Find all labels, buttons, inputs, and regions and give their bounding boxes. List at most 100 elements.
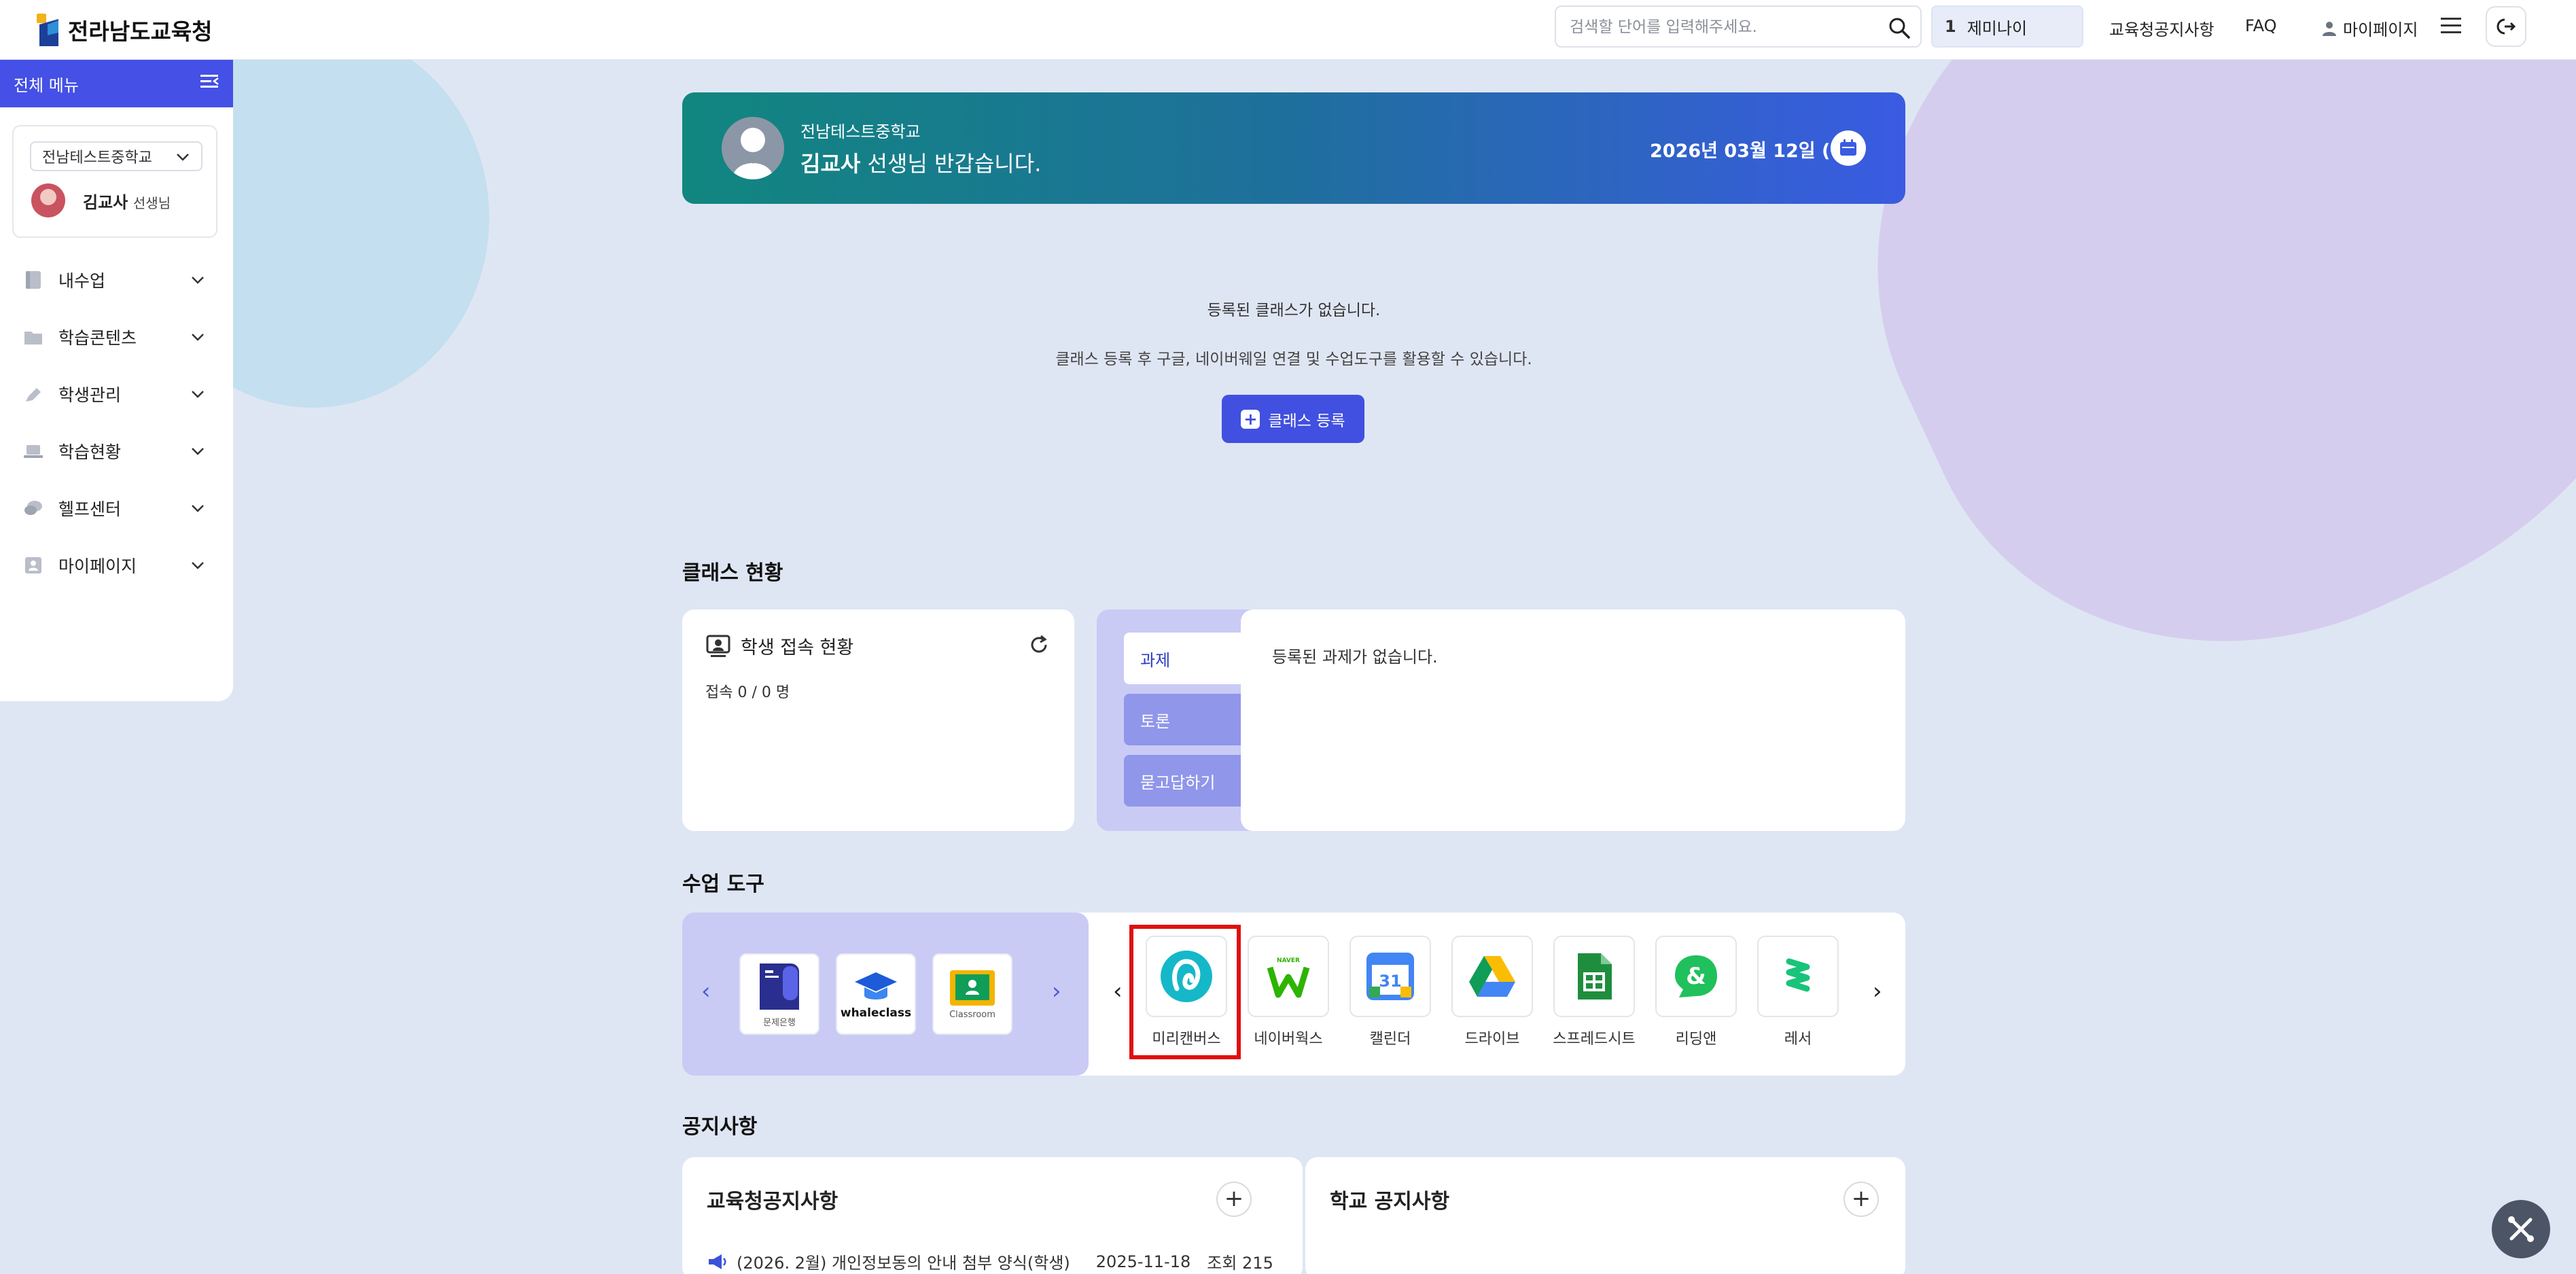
tool-question-bank[interactable]: 문제은행 <box>739 953 819 1035</box>
notice-row[interactable]: (2026. 2월) 개인정보동의 안내 첨부 양식(학생) 2025-11-1… <box>707 1250 1273 1273</box>
school-select-value: 전남테스트중학교 <box>42 149 152 166</box>
lesser-icon <box>1786 958 1810 992</box>
chevron-down-icon <box>190 500 206 520</box>
book-icon <box>23 270 43 290</box>
chevron-right-icon[interactable]: › <box>1873 978 1882 1005</box>
tool-naver-works[interactable]: NAVER 네이버웍스 <box>1248 936 1329 1048</box>
search-input[interactable] <box>1570 15 1869 39</box>
logout-button[interactable] <box>2486 6 2526 47</box>
sidebar-item-student-management[interactable]: 학생관리 <box>0 366 233 423</box>
sidebar-item-mypage[interactable]: 마이페이지 <box>0 537 233 594</box>
naver-works-tile: NAVER <box>1248 936 1329 1017</box>
office-notice-title: 교육청공지사항 <box>707 1190 839 1214</box>
sidebar-item-label: 마이페이지 <box>58 556 137 576</box>
spreadsheet-tile <box>1553 936 1635 1017</box>
wrench-icon <box>2508 1216 2534 1242</box>
tool-calendar[interactable]: 31 캘린더 <box>1349 936 1431 1048</box>
school-notice-title: 학교 공지사항 <box>1330 1190 1450 1214</box>
sidebar-header: 전체 메뉴 <box>0 60 233 107</box>
chevron-down-icon <box>190 329 206 349</box>
whaleclass-label: whaleclass <box>840 1006 912 1020</box>
tool-whaleclass[interactable]: whaleclass <box>836 953 916 1035</box>
drive-tile <box>1451 936 1533 1017</box>
sidebar-title: 전체 메뉴 <box>14 75 79 95</box>
chevron-left-icon[interactable]: ‹ <box>1113 978 1123 1005</box>
google-sheets-icon <box>1578 953 1612 999</box>
avatar <box>31 183 65 217</box>
naver-works-label: 네이버웍스 <box>1254 1031 1323 1048</box>
question-bank-icon <box>760 963 799 1010</box>
notice-views: 조회 215 <box>1207 1254 1273 1273</box>
logo-text: 전라남도교육청 <box>68 18 213 45</box>
chevron-down-icon <box>175 149 190 169</box>
refresh-icon[interactable] <box>1028 634 1050 658</box>
top-bar: 전라남도교육청 1 제미나이 교육청공지사항 FAQ 마이페이지 <box>0 0 2576 60</box>
naver-works-icon: NAVER <box>1267 957 1310 998</box>
site-logo[interactable]: 전라남도교육청 <box>34 12 213 48</box>
sidebar-item-label: 헬프센터 <box>58 499 122 519</box>
sidebar-item-help-center[interactable]: 헬프센터 <box>0 480 233 537</box>
sidebar-item-my-class[interactable]: 내수업 <box>0 251 233 308</box>
class-status-title: 클래스 현황 <box>682 561 783 585</box>
search-icon[interactable] <box>1888 16 1911 39</box>
chevron-right-icon[interactable]: › <box>1052 978 1061 1005</box>
chevron-down-icon <box>190 557 206 578</box>
svg-text:NAVER: NAVER <box>1277 957 1300 964</box>
greeting-message: 김교사 선생님 반갑습니다. <box>800 147 1041 178</box>
tab-discussion[interactable]: 토론 <box>1124 694 1253 745</box>
student-access-card: 학생 접속 현황 접속 0 / 0 명 <box>682 609 1074 831</box>
tools-fab-button[interactable] <box>2492 1200 2550 1258</box>
user-card-icon <box>23 555 43 576</box>
folder-icon <box>23 327 43 347</box>
tool-lesser[interactable]: 레서 <box>1757 936 1839 1048</box>
register-class-button[interactable]: + 클래스 등록 <box>1222 395 1364 443</box>
sidebar-item-learning-status[interactable]: 학습현황 <box>0 423 233 480</box>
chevron-down-icon <box>190 386 206 406</box>
sidebar-item-label: 내수업 <box>58 271 106 291</box>
calendar-icon <box>1840 139 1856 156</box>
svg-text:31: 31 <box>1379 972 1401 991</box>
user-name: 김교사 선생님 <box>83 189 171 213</box>
school-notice-card: 학교 공지사항 + <box>1305 1157 1905 1274</box>
mypage-label: 마이페이지 <box>2343 20 2418 39</box>
trending-keyword[interactable]: 1 제미나이 <box>1931 5 2083 48</box>
tool-google-classroom[interactable]: Classroom <box>932 953 1012 1035</box>
tab-qna[interactable]: 묻고답하기 <box>1124 755 1253 807</box>
pencil-icon <box>23 384 43 404</box>
calendar-tile: 31 <box>1349 936 1431 1017</box>
tool-drive[interactable]: 드라이브 <box>1451 936 1533 1048</box>
chevron-left-icon[interactable]: ‹ <box>701 978 711 1005</box>
svg-text:&: & <box>1686 963 1706 990</box>
tab-assignment[interactable]: 과제 <box>1124 633 1253 684</box>
greeting-school: 전남테스트중학교 <box>800 122 921 141</box>
profile-card: 전남테스트중학교 김교사 선생님 <box>12 125 217 238</box>
notices-title: 공지사항 <box>682 1115 758 1139</box>
laptop-icon <box>23 441 43 461</box>
school-select[interactable]: 전남테스트중학교 <box>30 141 202 171</box>
sidebar-item-learning-contents[interactable]: 학습콘텐츠 <box>0 308 233 366</box>
mypage-link[interactable]: 마이페이지 <box>2321 16 2418 40</box>
tab-panel: 등록된 과제가 없습니다. <box>1241 609 1905 831</box>
notice-title: (2026. 2월) 개인정보동의 안내 첨부 양식(학생) <box>737 1254 1070 1273</box>
tool-readingn[interactable]: & 리딩앤 <box>1655 936 1737 1048</box>
class-activity-tabs: 과제 토론 묻고답하기 등록된 과제가 없습니다. <box>1097 609 1905 831</box>
no-class-message: 등록된 클래스가 없습니다. <box>1207 302 1381 319</box>
drive-label: 드라이브 <box>1464 1031 1520 1048</box>
class-tools-panel: ‹ 문제은행 whaleclass Classroom › ‹ 미리캔버스 NA… <box>682 913 1905 1076</box>
faq-link[interactable]: FAQ <box>2245 16 2277 35</box>
sidebar-item-label: 학생관리 <box>58 385 122 405</box>
tool-spreadsheet[interactable]: 스프레드시트 <box>1553 936 1636 1048</box>
chat-icon <box>23 498 43 518</box>
greeting-date: 2026년 03월 12일 (목) <box>1650 141 1856 162</box>
edu-notice-link[interactable]: 교육청공지사항 <box>2109 16 2215 40</box>
calendar-button[interactable] <box>1831 130 1866 166</box>
chevron-down-icon <box>190 443 206 463</box>
google-calendar-icon: 31 <box>1366 953 1414 1000</box>
readingn-tile: & <box>1655 936 1737 1017</box>
sidebar-menu: 내수업 학습콘텐츠 학생관리 학습현황 헬프센터 마이페이지 <box>0 251 233 594</box>
hamburger-menu-icon[interactable] <box>2441 16 2461 35</box>
collapse-menu-icon[interactable] <box>200 74 219 93</box>
classroom-label: Classroom <box>949 1009 995 1020</box>
school-notice-more-button[interactable]: + <box>1843 1182 1879 1217</box>
office-notice-more-button[interactable]: + <box>1216 1182 1252 1217</box>
